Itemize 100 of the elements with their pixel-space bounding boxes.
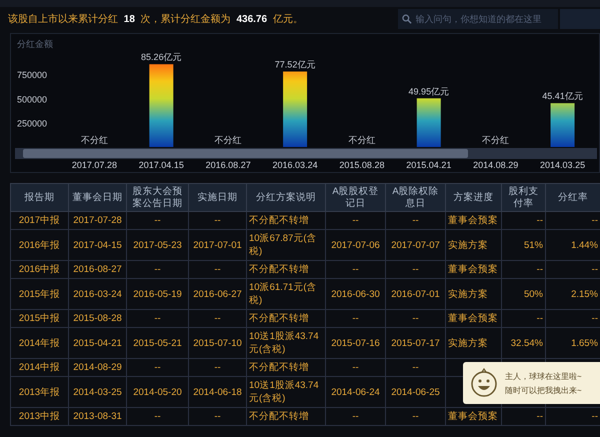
search-icon [402,14,412,24]
table-cell: -- [326,358,386,376]
column-header: 报告期 [10,184,68,212]
table-cell: 2015-07-16 [326,328,386,358]
column-header: A股除权除息日 [386,184,446,212]
smiley-face-icon [469,368,499,398]
table-cell: -- [188,260,246,278]
x-tick-label: 2015.08.28 [339,160,384,170]
table-cell: 2014-08-29 [68,358,126,376]
value-label: 77.52亿元 [274,60,316,70]
value-label: 45.41亿元 [542,91,583,102]
table-cell: 2015-07-10 [188,328,246,358]
table-cell: 2014-06-24 [326,376,386,408]
table-cell: -- [188,358,246,376]
table-cell: 2014-03-25 [68,376,126,408]
table-cell: 2017-07-07 [386,230,446,260]
table-cell: 2014-06-18 [188,376,246,408]
table-cell: -- [126,212,188,230]
table-cell: 2016年报 [10,230,68,260]
table-cell: 2017-07-01 [188,230,246,260]
table-cell: 2015中报 [10,310,68,328]
table-cell: -- [386,358,446,376]
table-cell: -- [326,260,386,278]
table-cell: -- [502,260,546,278]
table-cell: 2016-05-19 [126,278,188,310]
column-header: 股利支付率 [502,184,546,212]
y-tick-label: 500000 [17,94,48,104]
x-tick-label: 2014.08.29 [473,160,518,170]
table-cell: 董事会预案 [446,310,502,328]
table-cell: 2013中报 [10,408,68,426]
table-cell: -- [386,408,446,426]
y-tick-label: 750000 [17,70,48,80]
table-cell: 不分配不转增 [246,260,326,278]
table-cell: 董事会预案 [446,408,502,426]
table-cell: 2013-08-31 [68,408,126,426]
table-cell: -- [502,408,546,426]
table-cell: -- [188,408,246,426]
table-cell: -- [326,212,386,230]
table-cell: 2016-03-24 [68,278,126,310]
scrollbar[interactable] [15,148,597,159]
y-axis-label: 分红金额 [17,39,53,49]
value-label: 不分红 [482,135,510,145]
value-label: 不分红 [80,135,108,145]
y-tick-label: 250000 [17,118,48,129]
search-field[interactable]: 输入问句，你想知道的都在这里 [398,9,558,29]
table-cell: 2017-07-28 [68,212,126,230]
table-cell: -- [502,310,546,328]
x-tick-label: 2016.03.24 [272,160,318,170]
table-cell: 董事会预案 [446,260,502,278]
table-cell: 2017-04-15 [68,230,126,260]
table-cell: -- [502,212,546,230]
x-tick-label: 2014.03.25 [540,160,586,170]
table-cell: -- [126,260,188,278]
table-cell: -- [126,310,188,328]
value-label: 49.95亿元 [408,86,450,96]
table-cell: -- [126,408,188,426]
table-cell: 10送1股派43.74元(含税) [246,376,326,408]
table-cell: -- [326,310,386,328]
x-tick-label: 2016.08.27 [206,160,251,170]
table-cell: 2014年报 [10,328,68,358]
value-label: 不分红 [348,135,376,145]
x-tick-label: 2015.04.21 [406,160,452,170]
table-cell: 不分配不转增 [246,358,326,376]
table-cell: 2017-07-06 [326,230,386,260]
column-header: 分红方案说明 [246,184,326,212]
table-cell: 2015-05-21 [126,328,188,358]
value-label: 85.26亿元 [141,52,182,62]
table-cell: 2017中报 [10,212,68,230]
table-cell: 10派67.87元(含税) [246,230,326,260]
table-cell: 2014-05-20 [126,376,188,408]
table-cell: 2016-06-27 [188,278,246,310]
table-cell: 10送1股派43.74元(含税) [246,328,326,358]
table-cell: 2016中报 [10,260,68,278]
table-cell: -- [326,408,386,426]
table-cell: 2016-06-30 [326,278,386,310]
bar [550,103,575,147]
column-header: 股东大会预案公告日期 [126,184,188,212]
table-cell: 实施方案 [446,230,502,260]
assistant-popup[interactable]: 主人，球球在这里啦~ 随时可以把我拽出来~ [463,362,600,404]
table-cell: 2015年报 [10,278,68,310]
popup-text: 随时可以把我拽出来~ [505,384,582,396]
table-cell: 2015-08-28 [68,310,126,328]
table-cell: -- [188,212,246,230]
column-header: 实施日期 [188,184,246,212]
table-cell: 32.54% [502,328,546,358]
table-cell: 2013年报 [10,376,68,408]
table-cell: 2015-07-17 [386,328,446,358]
dividend-summary: 该股自上市以来累计分红 18 次，累计分红金额为 436.76 亿元。 [8,12,304,26]
table-cell: -- [386,212,446,230]
value-label: 不分红 [214,135,242,145]
x-tick-label: 2017.04.15 [138,160,184,170]
table-cell: 2016-08-27 [68,260,126,278]
table-cell: 实施方案 [446,278,502,310]
table-cell: 2014-06-25 [386,376,446,408]
table-cell: 50% [502,278,546,310]
table-cell: -- [126,358,188,376]
table-cell: 2016-07-01 [386,278,446,310]
column-header: 董事会日期 [68,184,126,212]
table-cell: -- [386,260,446,278]
table-cell: 2017-05-23 [126,230,188,260]
